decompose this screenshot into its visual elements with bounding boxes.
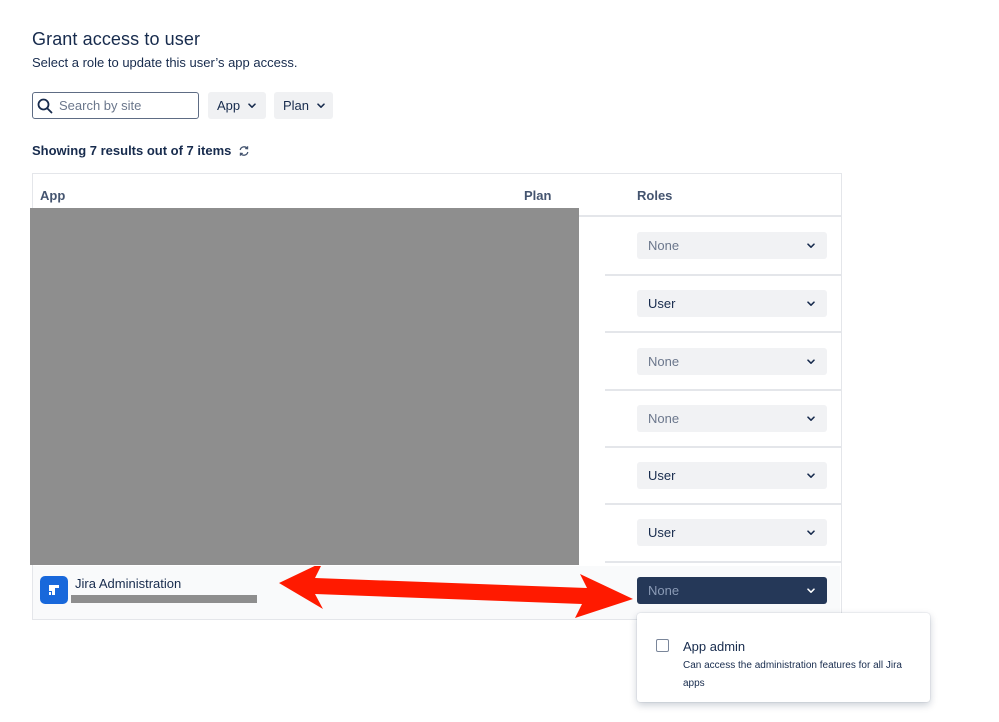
annotation-double-arrow xyxy=(279,566,633,618)
chevron-down-icon xyxy=(807,529,815,536)
chevron-down-icon xyxy=(807,472,815,479)
role-select-value: None xyxy=(648,583,680,598)
role-select-value: None xyxy=(648,411,680,426)
row-divider xyxy=(605,446,841,448)
redacted-area xyxy=(30,208,579,565)
role-select[interactable]: None xyxy=(637,405,827,432)
plan-filter-button[interactable]: Plan xyxy=(274,92,333,119)
row-divider xyxy=(605,389,841,391)
jira-logo-icon xyxy=(40,576,68,604)
role-select[interactable]: User xyxy=(637,290,827,317)
role-select[interactable]: User xyxy=(637,462,827,489)
role-select-jira-administration[interactable]: None xyxy=(637,577,827,604)
refresh-icon[interactable] xyxy=(238,145,250,157)
column-header-app: App xyxy=(40,188,66,203)
role-select[interactable]: User xyxy=(637,519,827,546)
app-admin-checkbox[interactable] xyxy=(656,639,669,652)
column-header-plan: Plan xyxy=(524,188,552,203)
chevron-down-icon xyxy=(807,587,815,594)
role-select-value: None xyxy=(648,354,680,369)
chevron-down-icon xyxy=(248,102,256,109)
search-input[interactable] xyxy=(59,98,189,113)
results-text: Showing 7 results out of 7 items xyxy=(32,143,232,158)
page-subtitle: Select a role to update this user’s app … xyxy=(32,55,298,70)
role-select-value: User xyxy=(648,525,676,540)
row-divider xyxy=(605,503,841,505)
role-dropdown-menu: App admin Can access the administration … xyxy=(637,613,930,702)
chevron-down-icon xyxy=(807,358,815,365)
app-admin-option-description: Can access the administration features f… xyxy=(683,660,902,689)
row-divider xyxy=(605,331,841,333)
search-field[interactable] xyxy=(32,92,199,119)
row-divider xyxy=(605,561,841,563)
plan-filter-label: Plan xyxy=(283,98,310,113)
search-icon xyxy=(37,98,53,114)
role-select-value: None xyxy=(648,238,680,253)
column-header-roles: Roles xyxy=(637,188,673,203)
redacted-site-url xyxy=(71,595,257,603)
chevron-down-icon xyxy=(317,102,325,109)
role-select[interactable]: None xyxy=(637,232,827,259)
app-filter-button[interactable]: App xyxy=(208,92,266,119)
chevron-down-icon xyxy=(807,415,815,422)
role-select[interactable]: None xyxy=(637,348,827,375)
app-filter-label: App xyxy=(217,98,241,113)
role-select-value: User xyxy=(648,468,676,483)
app-admin-option-label[interactable]: App admin xyxy=(683,639,745,654)
app-name: Jira Administration xyxy=(75,576,182,591)
row-divider xyxy=(605,274,841,276)
page-title: Grant access to user xyxy=(32,29,201,49)
chevron-down-icon xyxy=(807,300,815,307)
role-select-value: User xyxy=(648,296,676,311)
chevron-down-icon xyxy=(807,242,815,249)
results-count: Showing 7 results out of 7 items xyxy=(32,143,250,158)
